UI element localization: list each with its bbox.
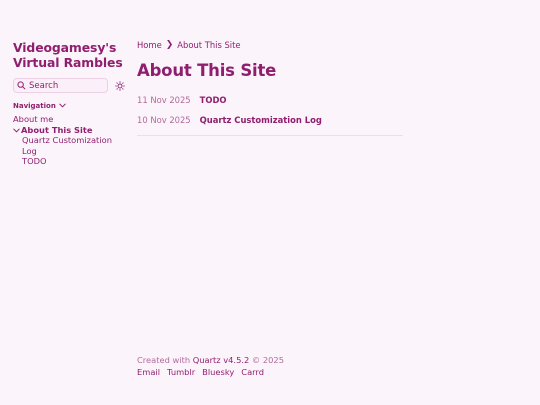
nav-item-quartz-log[interactable]: Quartz Customization Log (22, 135, 125, 156)
nav-folder-label: About This Site (21, 124, 93, 135)
post-list: 11 Nov 2025 TODO 10 Nov 2025 Quartz Cust… (137, 95, 403, 125)
nav-folder: About This Site Quartz Customization Log… (13, 125, 125, 167)
list-item: 11 Nov 2025 TODO (137, 95, 403, 105)
breadcrumb-separator: ❯ (165, 40, 174, 50)
divider (137, 135, 403, 136)
sidebar: Videogamesy's Virtual Rambles Search Nav… (13, 40, 125, 167)
post-title-link[interactable]: TODO (200, 95, 227, 105)
footer-copyright: © 2025 (251, 355, 284, 365)
post-date: 10 Nov 2025 (137, 115, 191, 125)
search-placeholder: Search (29, 80, 59, 91)
sun-icon[interactable] (115, 80, 125, 91)
nav-sub-list: Quartz Customization Log TODO (13, 135, 125, 167)
footer-link-tumblr[interactable]: Tumblr (167, 366, 195, 378)
post-date: 11 Nov 2025 (137, 95, 191, 105)
site-title[interactable]: Videogamesy's Virtual Rambles (13, 40, 125, 70)
list-item: 10 Nov 2025 Quartz Customization Log (137, 115, 403, 125)
chevron-down-icon (58, 102, 66, 110)
footer-link-carrd[interactable]: Carrd (241, 366, 264, 378)
breadcrumb: Home ❯ About This Site (137, 40, 403, 50)
page-title: About This Site (137, 61, 277, 80)
main-content: Home ❯ About This Site About This Site 1… (137, 40, 403, 136)
breadcrumb-current[interactable]: About This Site (177, 40, 240, 50)
footer-created-with: Created with (137, 355, 191, 365)
nav-folder-about-this-site[interactable]: About This Site (13, 125, 125, 136)
search-input[interactable]: Search (13, 78, 108, 93)
search-row: Search (13, 78, 125, 93)
nav-item-about-me[interactable]: About me (13, 114, 125, 125)
navigation-toggle[interactable]: Navigation (13, 102, 125, 110)
breadcrumb-home[interactable]: Home (137, 40, 162, 50)
chevron-down-icon[interactable] (13, 125, 20, 136)
footer-link-bluesky[interactable]: Bluesky (202, 366, 234, 378)
footer-generator-link[interactable]: Quartz v4.5.2 (193, 355, 250, 365)
nav-list: About me About This Site Quartz Customiz… (13, 114, 125, 167)
navigation-header: Navigation (13, 102, 56, 110)
post-title-link[interactable]: Quartz Customization Log (200, 115, 322, 125)
nav-item-todo[interactable]: TODO (22, 156, 125, 167)
search-icon (17, 81, 26, 90)
footer-links: Email Tumblr Bluesky Carrd (137, 366, 284, 378)
footer-link-email[interactable]: Email (137, 366, 160, 378)
footer: Created with Quartz v4.5.2 © 2025 Email … (137, 354, 284, 378)
footer-credit: Created with Quartz v4.5.2 © 2025 (137, 354, 284, 366)
